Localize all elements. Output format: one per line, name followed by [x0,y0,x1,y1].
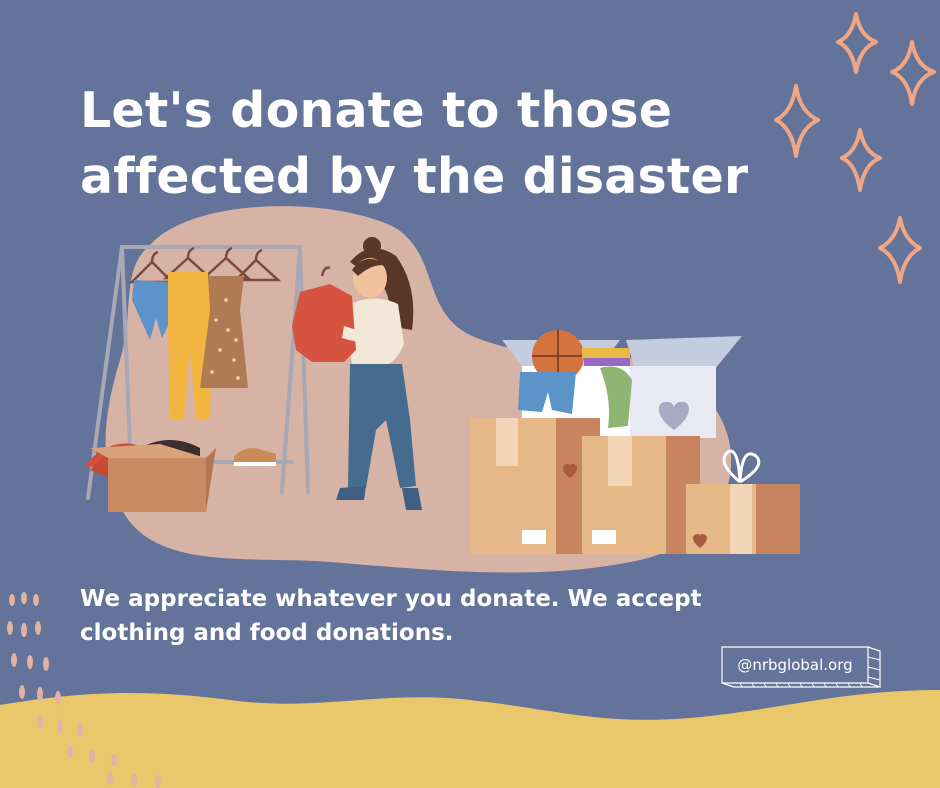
website-badge: @nrbglobal.org [720,645,882,689]
woman-holding-shirt-icon [292,237,422,510]
body-text: We appreciate whatever you donate. We ac… [80,582,780,650]
headline: Let's donate to those affected by the di… [80,78,780,210]
clothes-box-icon [84,440,216,512]
donation-poster: Let's donate to those affected by the di… [0,0,940,788]
gift-box-icon [686,449,800,554]
headline-line-1: Let's donate to those [80,82,673,139]
body-line-1: We appreciate whatever you donate. We ac… [80,586,702,612]
sneakers-icon [234,448,276,466]
headline-line-2: affected by the disaster [80,148,749,205]
body-line-2: clothing and food donations. [80,620,454,646]
website-text: @nrbglobal.org [737,656,853,674]
donation-boxes-icon [470,330,800,554]
